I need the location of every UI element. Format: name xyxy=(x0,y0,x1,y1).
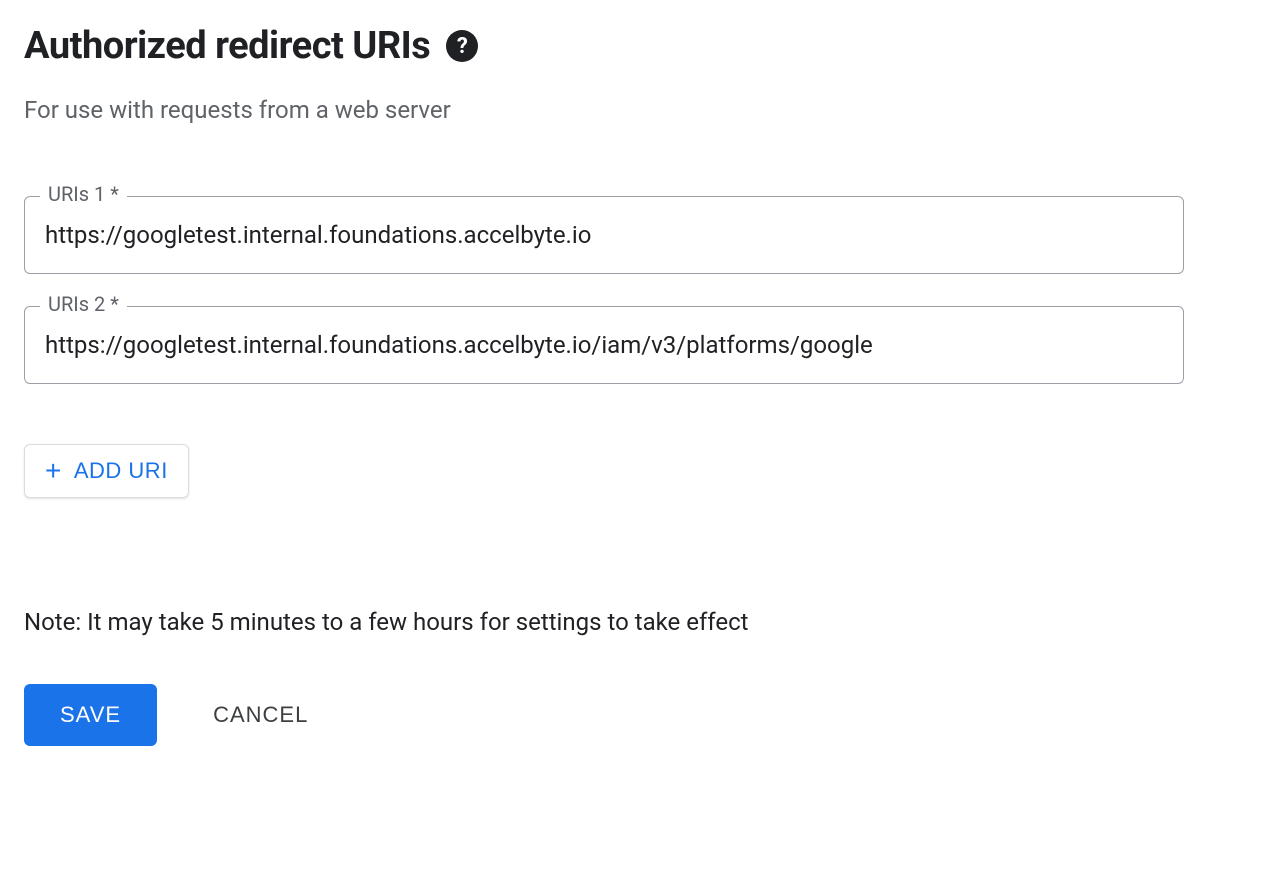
add-uri-label: ADD URI xyxy=(74,458,168,484)
uri-label-1: URIs 1 * xyxy=(40,182,127,206)
page-title: Authorized redirect URIs xyxy=(24,24,430,68)
section-description: For use with requests from a web server xyxy=(24,96,1252,124)
settings-note: Note: It may take 5 minutes to a few hou… xyxy=(24,608,1252,636)
save-button[interactable]: SAVE xyxy=(24,684,157,746)
uri-label-2: URIs 2 * xyxy=(40,292,127,316)
uri-input-2[interactable] xyxy=(24,306,1184,384)
add-uri-button[interactable]: + ADD URI xyxy=(24,444,189,498)
uri-field-2: URIs 2 * xyxy=(24,306,1184,384)
action-buttons: SAVE CANCEL xyxy=(24,684,1252,746)
help-icon[interactable]: ? xyxy=(446,30,478,62)
plus-icon: + xyxy=(45,457,62,485)
uri-input-1[interactable] xyxy=(24,196,1184,274)
uri-field-1: URIs 1 * xyxy=(24,196,1184,274)
cancel-button[interactable]: CANCEL xyxy=(213,702,308,728)
